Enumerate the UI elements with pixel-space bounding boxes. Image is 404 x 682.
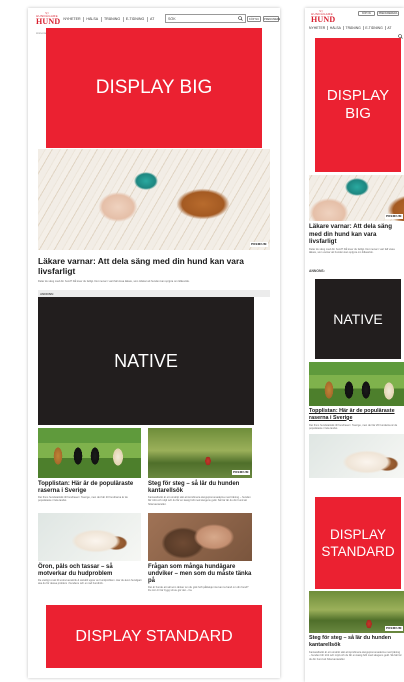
logo-wordmark: HUND xyxy=(311,15,336,24)
premium-badge: PREMIUM xyxy=(231,469,250,475)
nav-item-nyheter[interactable]: NYHETER xyxy=(309,26,327,30)
desktop-mockup: VI HUNDÄGARE HUND NYHETER HÄLSA TRÄNING … xyxy=(28,8,280,678)
main-article-image[interactable]: PREMIUM xyxy=(309,175,404,221)
article-image-spaniel[interactable] xyxy=(309,434,404,478)
grid-article-summary-1: Det finns hundstatistik till hundraser i… xyxy=(38,496,128,503)
article-image-forest[interactable]: PREMIUM xyxy=(148,428,252,478)
premium-badge: PREMIUM xyxy=(249,241,268,247)
ad-display-standard[interactable]: DISPLAY STANDARD xyxy=(46,605,262,668)
nav-item-traning[interactable]: TRÄNING xyxy=(342,26,363,31)
nav-item-at[interactable]: AT xyxy=(146,17,157,22)
article-image-dogs[interactable] xyxy=(309,362,404,406)
mobile-site-logo[interactable]: VI HUNDÄGARE HUND xyxy=(311,10,336,24)
mobile-nav: NYHETER HÄLSA TRÄNING E-TIDNING AT xyxy=(309,26,394,31)
main-nav: NYHETER HÄLSA TRÄNING E-TIDNING AT xyxy=(61,17,157,22)
article-title-topplistan[interactable]: Topplistan: Här är de populäraste rasern… xyxy=(309,408,404,421)
ad-display-big[interactable]: DISPLAY BIG xyxy=(46,28,262,148)
article-summary-topplistan: Det finns hundstatistik till hundraser i… xyxy=(309,424,398,431)
nav-item-halsa[interactable]: HÄLSA xyxy=(82,17,101,22)
nav-item-nyheter[interactable]: NYHETER xyxy=(61,17,83,22)
premium-badge: PREMIUM xyxy=(384,625,403,631)
grid-article-title-2[interactable]: Steg för steg – så lär du hunden kantare… xyxy=(148,481,253,495)
grid-article-summary-4: Det är hunde att säl som tänker om du gi… xyxy=(148,586,249,593)
main-article-summary: Delar du säng med din hund? Då lever du … xyxy=(38,280,190,283)
nav-item-etidning[interactable]: E-TIDNING xyxy=(362,26,385,31)
article-summary-kantarell: Kantarellsökt är ett utmärkt sätt att ko… xyxy=(309,651,402,661)
ad-display-standard[interactable]: DISPLAY STANDARD xyxy=(315,497,401,589)
article-image-forest[interactable]: PREMIUM xyxy=(309,591,404,633)
nav-item-halsa[interactable]: HÄLSA xyxy=(327,26,343,31)
article-image-dogs[interactable] xyxy=(38,428,141,478)
article-image-hand[interactable] xyxy=(148,513,252,561)
site-logo[interactable]: VI HUNDÄGARE HUND xyxy=(36,12,61,26)
main-article-title[interactable]: Läkare varnar: Att dela säng med din hun… xyxy=(309,223,403,246)
grid-article-title-3[interactable]: Öron, päls och tassar – så motverkar du … xyxy=(38,564,142,578)
subscribe-button[interactable]: KÖP NU xyxy=(247,16,261,22)
nav-item-at[interactable]: AT xyxy=(384,26,394,31)
header-sub-label: Annons xyxy=(36,31,47,35)
search-input[interactable]: SÖK xyxy=(165,14,246,23)
article-image-spaniel[interactable] xyxy=(38,513,141,561)
site-header: VI HUNDÄGARE HUND NYHETER HÄLSA TRÄNING … xyxy=(28,8,280,30)
grid-article-title-1[interactable]: Topplistan: Här är de populäraste rasern… xyxy=(38,481,142,495)
nav-item-etidning[interactable]: E-TIDNING xyxy=(122,17,147,22)
nav-item-traning[interactable]: TRÄNING xyxy=(100,17,123,22)
mobile-login-button[interactable]: PRENUMERERA xyxy=(377,11,399,16)
mobile-mockup: VI HUNDÄGARE HUND KÖP NU PRENUMERERA NYH… xyxy=(305,8,404,682)
search-icon[interactable] xyxy=(238,16,243,21)
grid-article-summary-2: Kantarellsökt är ett utmärkt sätt att ko… xyxy=(148,496,251,506)
ad-native[interactable]: NATIVE xyxy=(38,297,254,425)
annons-label: ANNONS: xyxy=(38,290,270,297)
premium-badge: PREMIUM xyxy=(384,213,403,219)
mobile-subscribe-button[interactable]: KÖP NU xyxy=(358,11,375,16)
main-article-title[interactable]: Läkare varnar: Att dela säng med din hun… xyxy=(38,256,270,277)
logo-wordmark: HUND xyxy=(36,17,61,26)
main-article-image[interactable]: PREMIUM xyxy=(38,149,270,250)
annons-label: ANNONS: xyxy=(309,269,325,273)
article-title-kantarell[interactable]: Steg för steg – så lär du hunden kantare… xyxy=(309,635,404,648)
ad-display-big[interactable]: DISPLAY BIG xyxy=(315,38,401,172)
login-button[interactable]: PRENUMERERA xyxy=(263,16,280,22)
ad-native[interactable]: NATIVE xyxy=(315,279,401,359)
grid-article-summary-3: De vanligt ut att bli extra kanslorik & … xyxy=(38,579,142,586)
main-article-summary: Delar du säng med din hund? Då lever du … xyxy=(309,248,395,255)
grid-article-title-4[interactable]: Frågan som många hundägare undviker – me… xyxy=(148,564,253,586)
